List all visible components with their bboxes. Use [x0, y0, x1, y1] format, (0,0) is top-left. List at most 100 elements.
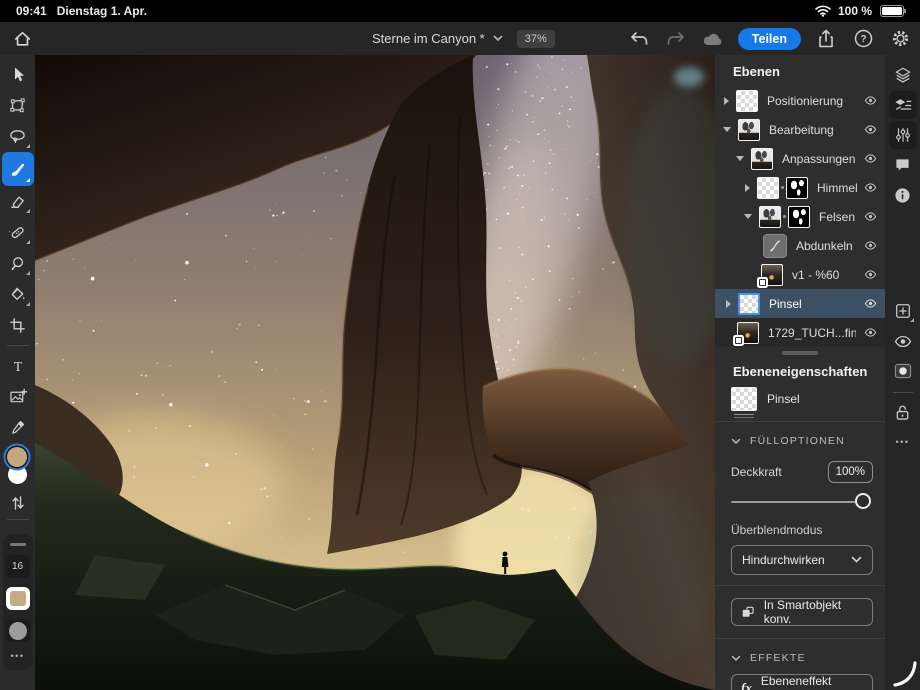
- layer-row-background-image[interactable]: 1729_TUCH...final-NR33: [715, 318, 885, 347]
- visibility-eye-icon[interactable]: [864, 326, 877, 344]
- expand-icon[interactable]: [745, 183, 750, 192]
- smart-object-badge: [757, 276, 768, 288]
- opacity-slider-handle[interactable]: [855, 493, 871, 509]
- swap-colors-button[interactable]: [2, 491, 34, 515]
- fill-options-header[interactable]: FÜLLOPTIONEN: [715, 422, 885, 451]
- layer-row-abdunkeln[interactable]: Abdunkeln: [715, 231, 885, 260]
- expand-icon[interactable]: [724, 96, 729, 105]
- status-bar: 09:41 Dienstag 1. Apr. 100 %: [0, 0, 920, 22]
- healing-brush-tool[interactable]: [2, 217, 34, 248]
- layer-visibility-button[interactable]: [889, 327, 917, 355]
- undo-button[interactable]: [627, 27, 651, 51]
- title-chevron-down-icon[interactable]: [493, 35, 503, 42]
- layer-thumbnail[interactable]: [759, 205, 781, 228]
- options-drag-handle[interactable]: [9, 543, 26, 546]
- collapse-icon[interactable]: [723, 127, 731, 132]
- adjustments-sliders-button[interactable]: [888, 121, 917, 149]
- panel-resize-handle[interactable]: [715, 347, 885, 358]
- add-layer-button[interactable]: [889, 297, 917, 325]
- layer-thumbnail[interactable]: [757, 176, 779, 199]
- brush-tool[interactable]: [1, 152, 34, 186]
- properties-title: Ebeneneigenschaften: [733, 364, 868, 379]
- help-button[interactable]: ?: [851, 27, 875, 51]
- layer-properties-button[interactable]: [888, 91, 917, 119]
- place-image-tool[interactable]: [2, 381, 34, 412]
- visibility-eye-icon[interactable]: [864, 94, 877, 112]
- eyedropper-tool[interactable]: [2, 412, 34, 443]
- toolbar-divider: [6, 519, 29, 520]
- document-canvas[interactable]: [35, 55, 715, 690]
- layer-row-positionierung[interactable]: Positionierung: [715, 86, 885, 115]
- opacity-slider-track[interactable]: [731, 501, 871, 503]
- layer-row-himmel[interactable]: Himmel: [715, 173, 885, 202]
- brush-size-field[interactable]: 16: [5, 555, 30, 578]
- info-button[interactable]: [889, 181, 917, 209]
- home-button[interactable]: [10, 27, 34, 51]
- zoom-level-badge[interactable]: 37%: [516, 29, 555, 48]
- visibility-eye-icon[interactable]: [864, 210, 877, 228]
- layer-row-bearbeitung[interactable]: Bearbeitung: [715, 115, 885, 144]
- blend-mode-select[interactable]: Hindurchwirken: [731, 545, 873, 575]
- smart-object-thumbnail[interactable]: [733, 321, 759, 346]
- share-button[interactable]: Teilen: [737, 27, 801, 50]
- clone-stamp-tool[interactable]: [2, 248, 34, 279]
- layer-thumbnail[interactable]: [738, 292, 760, 315]
- color-wells: [2, 447, 34, 491]
- expand-icon[interactable]: [726, 299, 731, 308]
- move-tool[interactable]: [2, 59, 34, 90]
- toolbar-divider: [6, 345, 29, 346]
- layer-mask-button[interactable]: [889, 357, 917, 385]
- visibility-eye-icon[interactable]: [864, 123, 877, 141]
- export-icon[interactable]: [814, 27, 838, 51]
- collapse-icon[interactable]: [744, 214, 752, 219]
- redo-button[interactable]: [664, 27, 688, 51]
- visibility-eye-icon[interactable]: [864, 297, 877, 315]
- brush-opacity-control[interactable]: [5, 619, 30, 642]
- layer-row-v1[interactable]: v1 - %60: [715, 260, 885, 289]
- visibility-eye-icon[interactable]: [864, 181, 877, 199]
- layer-thumbnail[interactable]: [736, 89, 758, 112]
- layer-row-felsen[interactable]: Felsen: [715, 202, 885, 231]
- convert-smart-object-button[interactable]: In Smartobjekt konv.: [731, 598, 873, 626]
- layer-row-anpassungen[interactable]: Anpassungen: [715, 144, 885, 173]
- layer-label: Positionierung: [767, 93, 844, 108]
- layer-mask-thumbnail[interactable]: [786, 176, 808, 199]
- eraser-tool[interactable]: [2, 186, 34, 217]
- opacity-slider[interactable]: [731, 493, 871, 511]
- visibility-eye-icon[interactable]: [864, 268, 877, 286]
- layer-thumbnail[interactable]: [751, 147, 773, 170]
- type-tool[interactable]: T: [2, 350, 34, 381]
- crop-tool[interactable]: [2, 310, 34, 341]
- comments-button[interactable]: [889, 151, 917, 179]
- visibility-eye-icon[interactable]: [864, 152, 877, 170]
- cloud-sync-icon[interactable]: [701, 27, 725, 51]
- transform-tool[interactable]: [2, 90, 34, 121]
- properties-layer-thumbnail: [731, 387, 757, 415]
- unlock-layer-button[interactable]: [889, 398, 917, 426]
- document-title[interactable]: Sterne im Canyon *: [372, 31, 485, 46]
- layers-panel-title: Ebenen: [733, 64, 780, 79]
- smart-object-icon: [742, 606, 754, 617]
- visibility-eye-icon[interactable]: [864, 239, 877, 257]
- opacity-label: Deckkraft: [731, 465, 782, 479]
- mask-link-dot: [781, 186, 784, 189]
- curves-adjustment-thumbnail[interactable]: [763, 233, 787, 258]
- background-color-well[interactable]: [7, 465, 27, 484]
- opacity-value-field[interactable]: 100%: [827, 461, 873, 483]
- brush-color-swatch[interactable]: [5, 587, 30, 610]
- lasso-select-tool[interactable]: [2, 121, 34, 152]
- effects-header[interactable]: EFFEKTE: [715, 639, 885, 668]
- smart-object-badge: [733, 334, 744, 346]
- more-tool-options-button[interactable]: •••: [11, 651, 25, 661]
- layer-thumbnail[interactable]: [738, 118, 760, 141]
- add-layer-effect-button[interactable]: fx Ebeneneffekt hinzuf.: [731, 674, 873, 690]
- layer-mask-thumbnail[interactable]: [788, 205, 810, 228]
- fill-bucket-tool[interactable]: [2, 279, 34, 310]
- collapse-icon[interactable]: [736, 156, 744, 161]
- layers-view-button[interactable]: [889, 61, 917, 89]
- more-layer-options-button[interactable]: •••: [889, 428, 917, 456]
- layer-row-pinsel-selected[interactable]: Pinsel: [715, 289, 885, 318]
- foreground-color-well[interactable]: [6, 447, 27, 467]
- settings-gear-icon[interactable]: [888, 27, 912, 51]
- smart-object-thumbnail[interactable]: [757, 263, 783, 288]
